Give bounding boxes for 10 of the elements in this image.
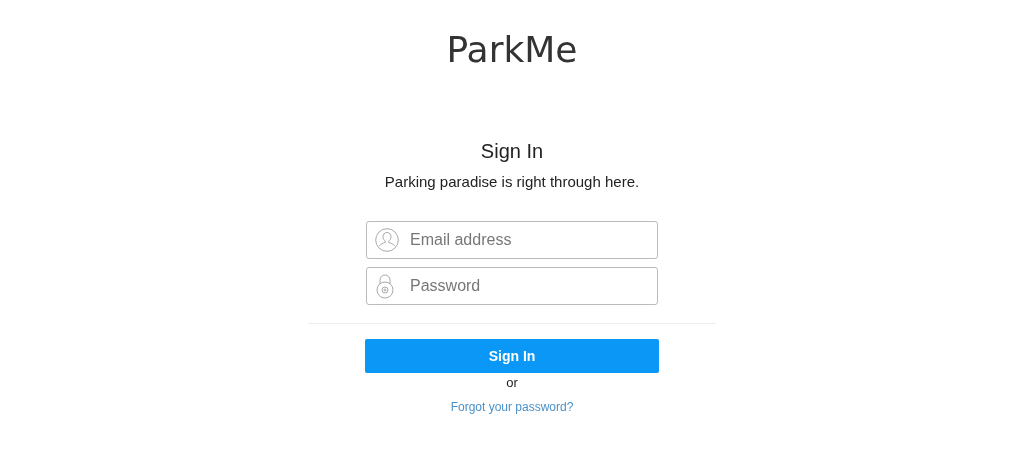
page-title: Sign In — [480, 139, 544, 164]
email-field[interactable]: Email address — [366, 221, 658, 259]
lock-icon — [375, 273, 395, 299]
password-field[interactable]: Password — [366, 267, 658, 305]
subtitle: Parking paradise is right through here. — [384, 172, 640, 192]
separator-text: or — [506, 375, 518, 391]
user-icon — [375, 228, 399, 252]
forgot-password-link[interactable]: Forgot your password? — [450, 398, 574, 416]
logo: ParkMe — [446, 28, 578, 72]
sign-in-button[interactable]: Sign In — [365, 339, 659, 373]
